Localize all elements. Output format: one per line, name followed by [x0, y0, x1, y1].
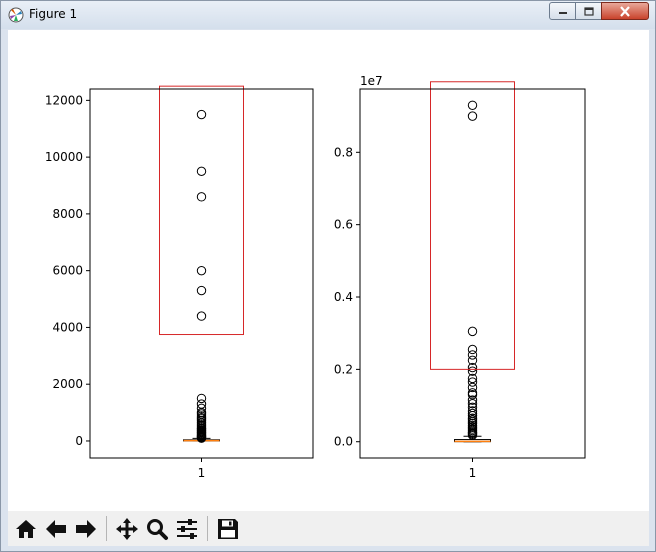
move-icon — [115, 517, 138, 540]
configure-subplots-button[interactable] — [172, 514, 201, 543]
toolbar-separator — [106, 516, 107, 541]
arrow-right-icon — [75, 519, 96, 538]
y-tick-label: 2000 — [52, 377, 83, 391]
minimize-button[interactable] — [549, 2, 576, 20]
matplotlib-app-icon — [8, 7, 24, 23]
y-tick-label: 4000 — [52, 320, 83, 334]
zoom-button[interactable] — [142, 514, 171, 543]
outlier-point — [467, 326, 478, 337]
forward-button[interactable] — [71, 514, 100, 543]
toolbar-separator — [207, 516, 208, 541]
outlier-point — [196, 166, 207, 177]
window-title: Figure 1 — [29, 7, 78, 21]
close-icon — [620, 5, 630, 17]
back-button[interactable] — [41, 514, 70, 543]
outlier-point — [196, 109, 207, 120]
maximize-icon — [583, 6, 594, 16]
y-tick-label: 6000 — [52, 264, 83, 278]
outlier-point — [467, 111, 478, 121]
outlier-point — [196, 265, 207, 276]
axes-frame — [359, 88, 586, 459]
y-tick-label: 10000 — [45, 150, 83, 164]
y-tick-label: 0.6 — [334, 218, 353, 232]
arrow-left-icon — [45, 519, 66, 538]
x-tick-label: 1 — [198, 466, 206, 480]
outlier-point — [196, 311, 207, 321]
y-tick-label: 0.4 — [334, 290, 353, 304]
y-tick-label: 12000 — [45, 93, 83, 107]
outlier-point — [196, 285, 207, 296]
save-button[interactable] — [213, 514, 242, 543]
navigation-toolbar — [8, 511, 649, 546]
home-icon — [15, 519, 36, 538]
figure-svg: 0 2000 4000 6000 8000 10000 12000 1 0.0 0.2 0.4 0.6… — [45, 74, 586, 480]
minimize-icon — [558, 12, 567, 14]
maximize-button[interactable] — [575, 2, 602, 20]
magnifier-icon — [146, 518, 168, 540]
highlight-annotation-box — [159, 85, 244, 336]
outlier-point — [467, 100, 478, 110]
y-tick-label: 0.2 — [334, 362, 353, 376]
outlier-point — [196, 192, 207, 202]
title-bar: Figure 1 — [1, 1, 655, 29]
close-button[interactable] — [601, 2, 649, 20]
x-tick-label: 1 — [469, 466, 477, 480]
highlight-annotation-box — [430, 81, 515, 370]
home-button[interactable] — [11, 514, 40, 543]
y-tick-label: 0.0 — [334, 435, 353, 449]
axis-offset-label: 1e7 — [360, 74, 383, 88]
sliders-icon — [176, 518, 197, 539]
floppy-disk-icon — [217, 518, 238, 539]
figure-canvas[interactable]: 0 2000 4000 6000 8000 10000 12000 1 0.0 0.2 0.4 0.6… — [8, 30, 649, 511]
pan-button[interactable] — [112, 514, 141, 543]
y-tick-label: 0 — [75, 434, 83, 448]
y-tick-label: 8000 — [52, 207, 83, 221]
y-tick-label: 0.8 — [334, 145, 353, 159]
figure-window: Figure 1 0 2000 4000 6000 8000 10000 12000 1 0.0… — [0, 0, 656, 552]
